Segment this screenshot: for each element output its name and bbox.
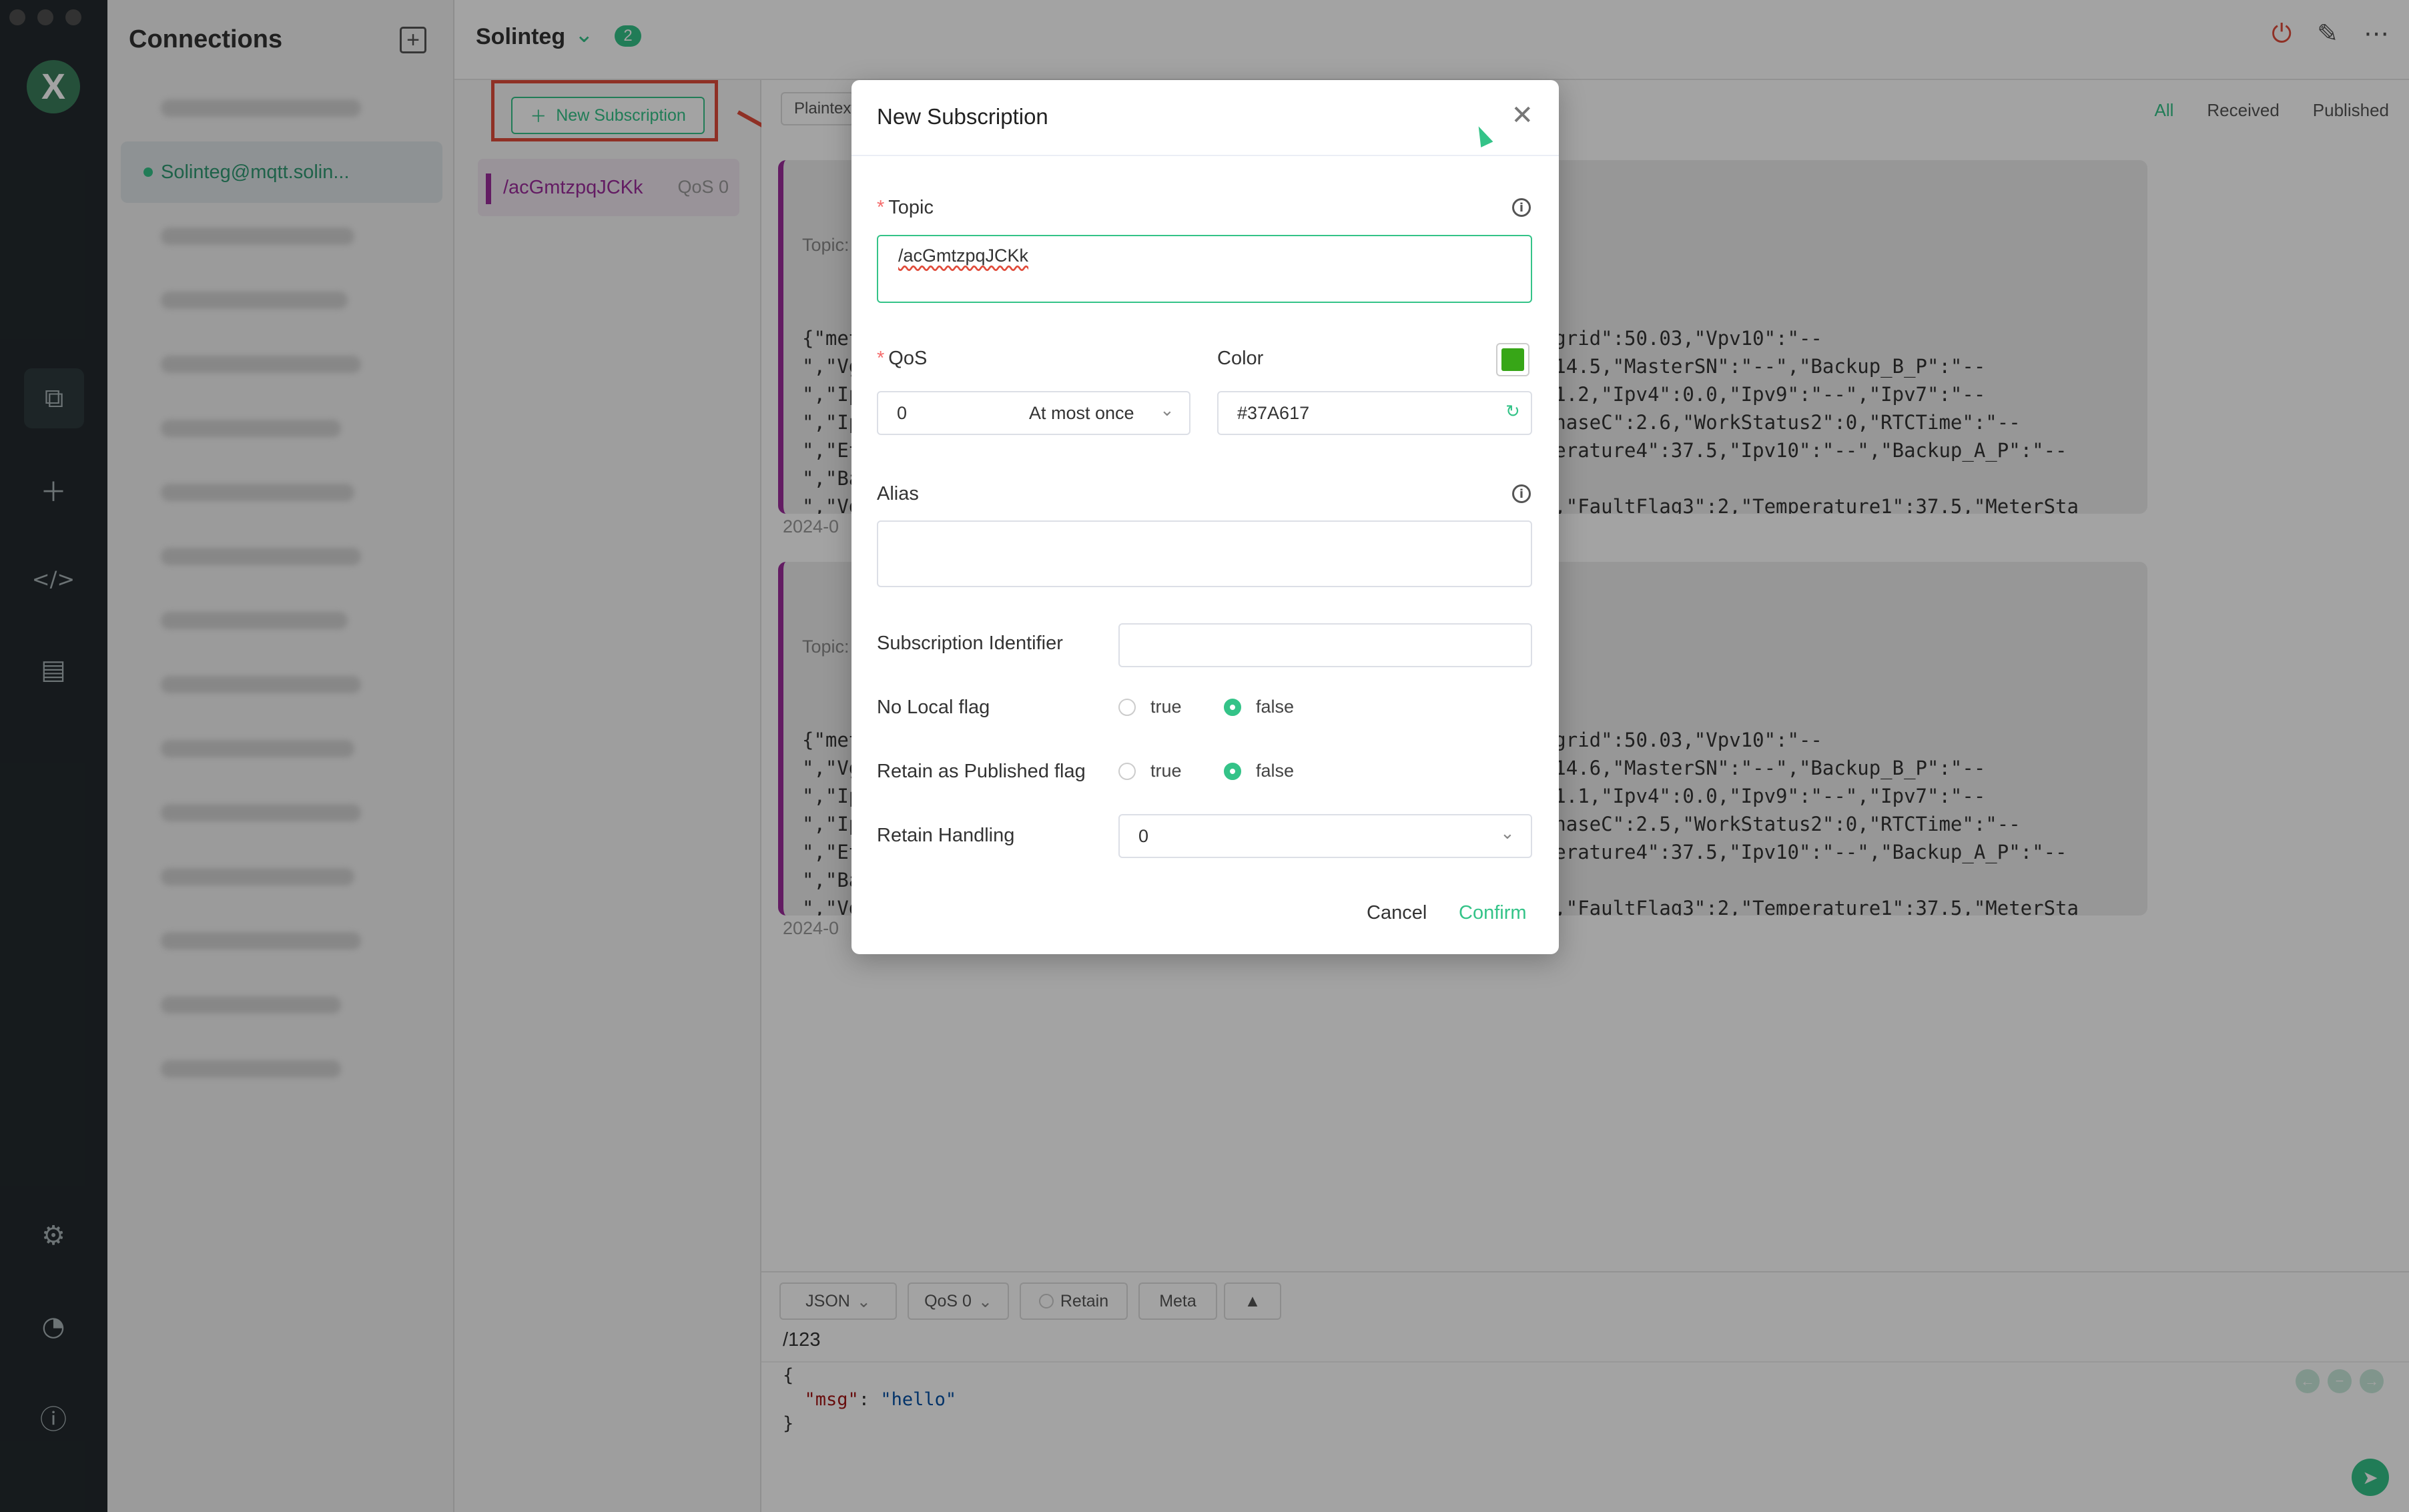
color-input[interactable]: #37A617 — [1217, 391, 1532, 435]
qos-label-text: QoS — [888, 348, 928, 369]
retain-as-published-label: Retain as Published flag — [877, 761, 1086, 782]
topic-input-value: /acGmtzpqJCKk — [898, 246, 1029, 266]
chevron-down-icon: ⌄ — [1160, 400, 1174, 420]
alias-label: Alias — [877, 483, 919, 504]
color-picker-swatch[interactable] — [1496, 343, 1529, 376]
chevron-down-icon: ⌄ — [1500, 823, 1515, 843]
radio-circle — [1118, 762, 1136, 780]
radio-label: true — [1150, 761, 1182, 781]
radio-circle-selected — [1224, 698, 1241, 716]
no-local-false-radio[interactable]: false — [1224, 697, 1294, 717]
required-mark: * — [877, 348, 885, 369]
retain-handling-label: Retain Handling — [877, 825, 1015, 846]
color-input-value: #37A617 — [1237, 402, 1310, 423]
refresh-color-icon[interactable]: ↻ — [1505, 402, 1520, 422]
alias-info-icon[interactable]: i — [1512, 484, 1531, 503]
topic-info-icon[interactable]: i — [1512, 198, 1531, 217]
retain-handling-value: 0 — [1138, 825, 1149, 846]
no-local-true-radio[interactable]: true — [1118, 697, 1182, 717]
dialog-title: New Subscription — [877, 104, 1048, 129]
color-swatch-fill — [1501, 348, 1524, 371]
radio-label: false — [1256, 697, 1295, 717]
retain-handling-select[interactable]: 0 — [1118, 814, 1532, 858]
topic-label: * Topic — [877, 197, 934, 219]
alias-input[interactable] — [877, 520, 1532, 587]
qos-select[interactable]: 0 At most once — [877, 391, 1190, 435]
dialog-header: New Subscription ✕ — [851, 80, 1559, 156]
cancel-button[interactable]: Cancel — [1367, 902, 1427, 924]
close-icon[interactable]: ✕ — [1511, 100, 1533, 131]
radio-circle-selected — [1224, 762, 1241, 780]
radio-label: true — [1150, 697, 1182, 717]
required-mark: * — [877, 197, 885, 218]
confirm-button[interactable]: Confirm — [1459, 902, 1527, 924]
qos-select-value: 0 — [897, 402, 908, 423]
topic-label-text: Topic — [888, 197, 934, 218]
qos-select-description: At most once — [1029, 403, 1134, 423]
color-label: Color — [1217, 348, 1264, 369]
retain-as-published-false-radio[interactable]: false — [1224, 761, 1294, 781]
qos-label: * QoS — [877, 348, 927, 370]
no-local-flag-label: No Local flag — [877, 697, 990, 718]
radio-label: false — [1256, 761, 1295, 781]
retain-as-published-true-radio[interactable]: true — [1118, 761, 1182, 781]
radio-circle — [1118, 698, 1136, 716]
app-window: X ⧉ ＋ </> ▤ ⚙ ◔ ⓘ Connections + Solinteg… — [0, 0, 2409, 1512]
subscription-identifier-input[interactable] — [1118, 623, 1532, 667]
subscription-identifier-label: Subscription Identifier — [877, 633, 1063, 654]
